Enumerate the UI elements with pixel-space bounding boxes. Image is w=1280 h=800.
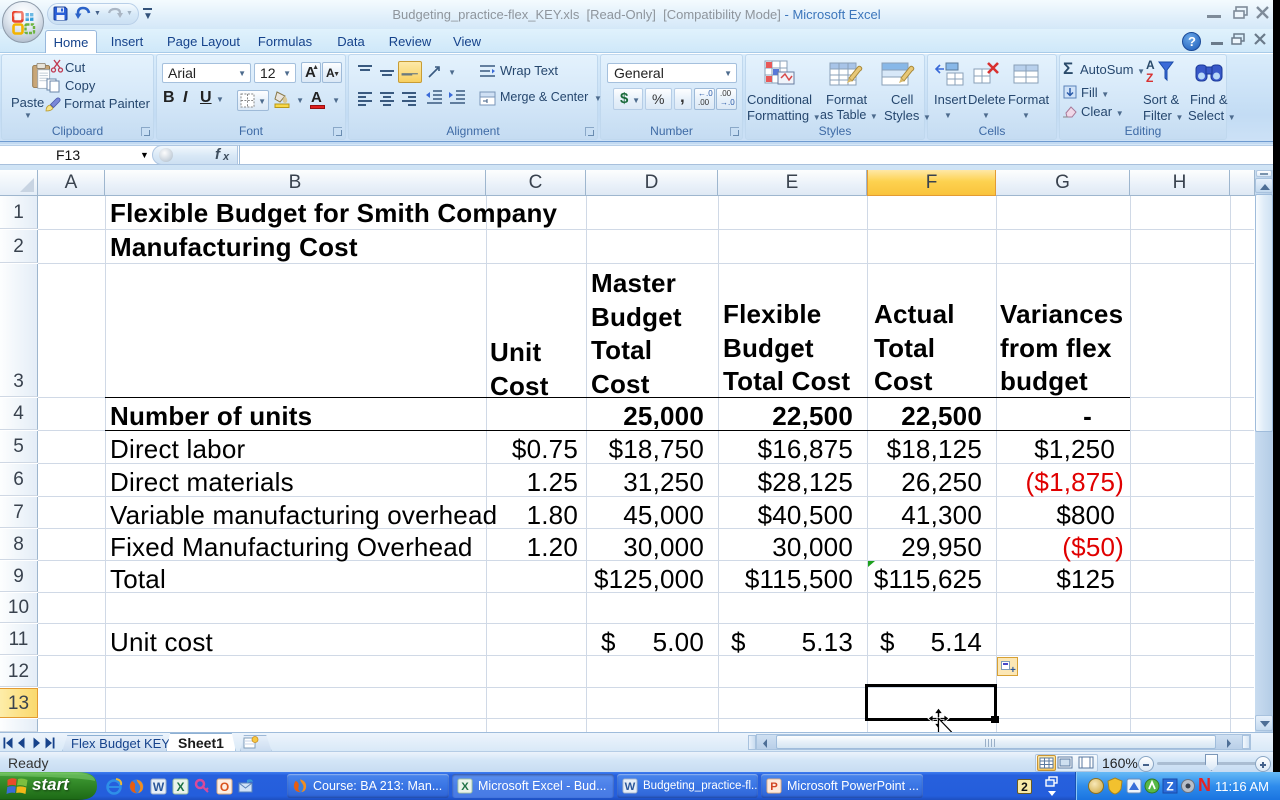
svg-text:W: W [625,781,636,793]
svg-text:P: P [770,781,778,793]
svg-text:X: X [176,780,184,794]
svg-text:X: X [461,781,469,793]
svg-text:W: W [153,780,165,794]
svg-text:Z: Z [1166,780,1173,794]
svg-text:O: O [220,780,229,794]
